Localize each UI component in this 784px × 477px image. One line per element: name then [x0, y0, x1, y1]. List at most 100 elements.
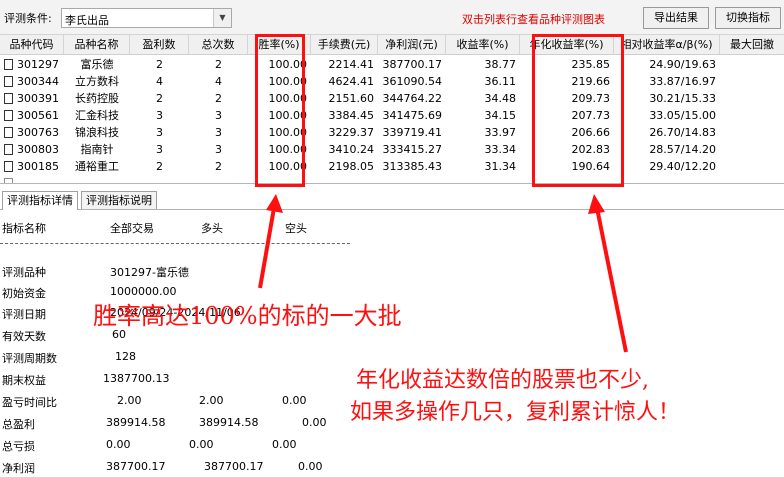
detail-label: 净利润: [2, 462, 35, 475]
highlight-annual-return-box: [532, 34, 624, 187]
highlight-winrate-box: [255, 34, 305, 187]
detail-label: 有效天数: [2, 330, 46, 343]
detail-label: 总盈利: [2, 418, 35, 431]
name-cell: 指南针: [80, 143, 114, 156]
tab-indicator-description[interactable]: 评测指标说明: [81, 191, 157, 209]
profit-cell: 344764.22: [382, 92, 443, 105]
col-header-relative-return[interactable]: 相对收益率α/β(%): [614, 35, 720, 54]
table-row[interactable]: 300803 指南针 3 3 100.00 3410.24 333415.27 …: [0, 141, 784, 158]
col-header-name[interactable]: 品种名称: [64, 35, 130, 54]
table-row-partial[interactable]: [0, 175, 784, 183]
name-cell: 立方数科: [75, 75, 119, 88]
total-cell: 3: [215, 109, 222, 122]
name-cell: 锦浪科技: [75, 126, 119, 139]
table-row[interactable]: 301297 富乐德 2 2 100.00 2214.41 387700.17 …: [0, 56, 784, 73]
condition-label: 评测条件:: [4, 12, 52, 25]
detail-label: 盈亏时间比: [2, 396, 57, 409]
detail-value-short: 0.00: [282, 394, 307, 407]
detail-value-short: 0.00: [272, 438, 297, 451]
wins-cell: 4: [156, 75, 163, 88]
wins-cell: 3: [156, 143, 163, 156]
profit-cell: 361090.54: [382, 75, 443, 88]
table-row[interactable]: 300763 锦浪科技 3 3 100.00 3229.37 339719.41…: [0, 124, 784, 141]
wins-cell: 2: [156, 92, 163, 105]
detail-value: 389914.58: [106, 416, 166, 429]
col-header-return[interactable]: 收益率(%): [446, 35, 520, 54]
detail-header-short: 空头: [285, 222, 307, 235]
relative-return-cell: 26.70/14.83: [649, 126, 716, 139]
fee-cell: 3410.24: [328, 143, 375, 156]
detail-label: 总亏损: [2, 440, 35, 453]
detail-separator: [0, 243, 350, 244]
relative-return-cell: 29.40/12.20: [649, 160, 716, 173]
checkbox[interactable]: [4, 75, 13, 87]
detail-value: 301297-富乐德: [110, 266, 189, 279]
fee-cell: 2198.05: [328, 160, 375, 173]
checkbox[interactable]: [4, 92, 13, 104]
return-cell: 34.15: [484, 109, 517, 122]
table-header: 品种代码 品种名称 盈利数 总次数 胜率(%) 手续费(元) 净利润(元) 收益…: [0, 35, 784, 55]
profit-cell: 313385.43: [382, 160, 443, 173]
col-header-fee[interactable]: 手续费(元): [311, 35, 378, 54]
detail-label: 评测日期: [2, 308, 46, 321]
wins-cell: 2: [156, 58, 163, 71]
return-cell: 33.34: [484, 143, 517, 156]
detail-label: 初始资金: [2, 287, 46, 300]
switch-indicator-button[interactable]: 切换指标: [715, 7, 781, 29]
detail-value-short: 0.00: [302, 416, 327, 429]
col-header-total[interactable]: 总次数: [189, 35, 248, 54]
arrow-annual-return: [595, 207, 628, 353]
code-cell: 300344: [4, 73, 64, 90]
profit-cell: 333415.27: [382, 143, 443, 156]
detail-value-long: 2.00: [199, 394, 224, 407]
table-row[interactable]: 300391 长药控股 2 2 100.00 2151.60 344764.22…: [0, 90, 784, 107]
col-header-max-drawdown[interactable]: 最大回撤: [720, 35, 784, 54]
detail-value-short: 0.00: [298, 460, 323, 473]
export-button[interactable]: 导出结果: [643, 7, 709, 29]
annotation-winrate: 胜率高达100%的标的一大批: [93, 302, 402, 330]
total-cell: 4: [215, 75, 222, 88]
detail-header-long: 多头: [201, 222, 223, 235]
total-cell: 3: [215, 126, 222, 139]
detail-label: 期末权益: [2, 374, 46, 387]
wins-cell: 3: [156, 109, 163, 122]
checkbox[interactable]: [4, 160, 13, 172]
checkbox[interactable]: [4, 143, 13, 155]
profit-cell: 341475.69: [382, 109, 443, 122]
code-cell: 301297: [4, 56, 64, 73]
col-header-wins[interactable]: 盈利数: [130, 35, 189, 54]
toolbar: 评测条件: 李氏出品 ▼ 双击列表行查看品种评测图表 导出结果 切换指标: [0, 0, 784, 35]
col-header-profit[interactable]: 净利润(元): [378, 35, 446, 54]
relative-return-cell: 28.57/14.20: [649, 143, 716, 156]
code-cell: 300763: [4, 124, 64, 141]
detail-label: 评测周期数: [2, 352, 57, 365]
checkbox[interactable]: [4, 177, 13, 183]
relative-return-cell: 30.21/15.33: [649, 92, 716, 105]
profit-cell: 387700.17: [382, 58, 443, 71]
return-cell: 38.77: [484, 58, 517, 71]
condition-combobox[interactable]: 李氏出品 ▼: [61, 8, 232, 28]
code-cell: [4, 175, 64, 183]
checkbox[interactable]: [4, 109, 13, 121]
relative-return-cell: 33.87/16.97: [649, 75, 716, 88]
checkbox[interactable]: [4, 126, 13, 138]
code-cell: 300803: [4, 141, 64, 158]
annotation-annual-line2: 如果多操作几只，复利累计惊人！: [350, 400, 681, 425]
chevron-down-icon[interactable]: ▼: [213, 9, 231, 27]
detail-value: 128: [115, 350, 136, 363]
code-cell: 300561: [4, 107, 64, 124]
table-row[interactable]: 300344 立方数科 4 4 100.00 4624.41 361090.54…: [0, 73, 784, 90]
table-row[interactable]: 300185 通裕重工 2 2 100.00 2198.05 313385.43…: [0, 158, 784, 175]
annotation-annual-line1: 年化收益达数倍的股票也不少,: [356, 368, 649, 393]
name-cell: 汇金科技: [75, 109, 119, 122]
table-row[interactable]: 300561 汇金科技 3 3 100.00 3384.45 341475.69…: [0, 107, 784, 124]
results-table[interactable]: 品种代码 品种名称 盈利数 总次数 胜率(%) 手续费(元) 净利润(元) 收益…: [0, 35, 784, 184]
checkbox[interactable]: [4, 58, 13, 70]
hint-text: 双击列表行查看品种评测图表: [462, 13, 605, 26]
fee-cell: 4624.41: [328, 75, 375, 88]
detail-label: 评测品种: [2, 266, 46, 279]
col-header-code[interactable]: 品种代码: [0, 35, 64, 54]
total-cell: 2: [215, 58, 222, 71]
name-cell: 长药控股: [75, 92, 119, 105]
tab-indicator-detail[interactable]: 评测指标详情: [2, 191, 78, 210]
